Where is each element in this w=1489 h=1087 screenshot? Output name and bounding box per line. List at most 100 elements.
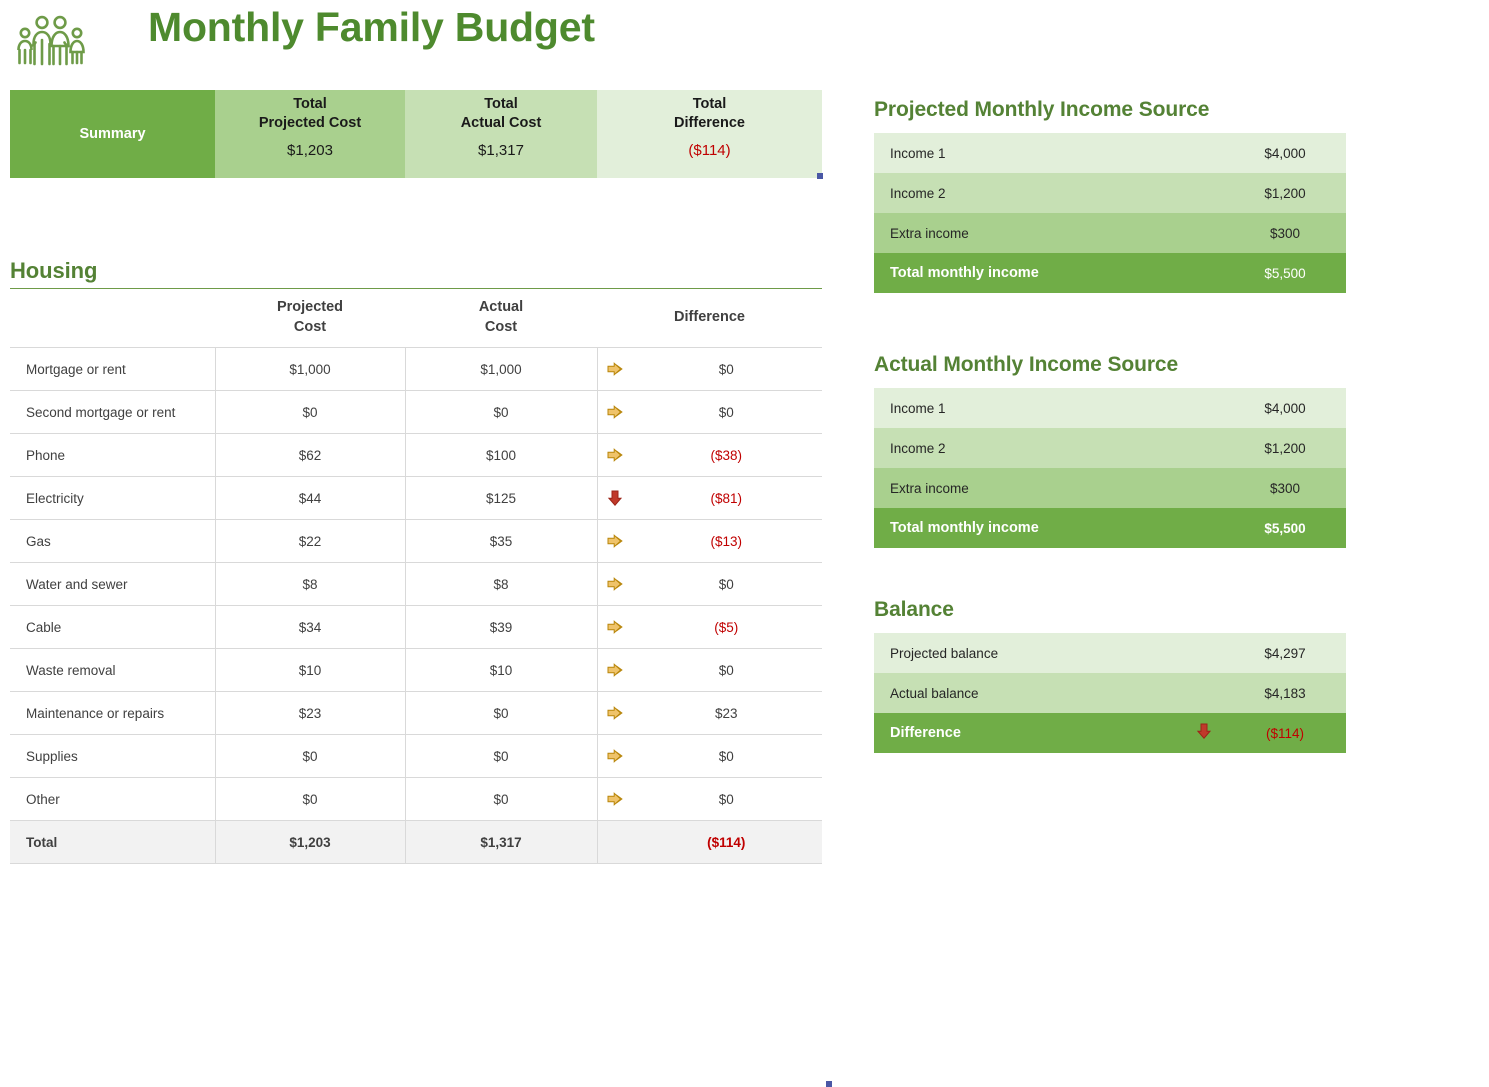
table-row[interactable]: Electricity $44 $125 ($81) <box>10 476 822 520</box>
column-header-projected-cost: Projected Cost <box>215 289 405 348</box>
summary-strip: Summary Total Projected Cost $1,203 Tota… <box>10 90 823 179</box>
projected-income-row-label: Income 2 <box>890 185 946 201</box>
row-item-label: Water and sewer <box>10 562 216 606</box>
arrow-right-yellow-icon <box>606 575 624 593</box>
summary-cell-label[interactable]: Summary <box>10 90 215 178</box>
row-projected-cost: $44 <box>215 476 406 520</box>
arrow-right-yellow-icon <box>606 661 624 679</box>
row-actual-cost: $10 <box>405 648 598 692</box>
housing-section: Housing Projected Cost Actual Cost Diffe… <box>10 258 832 1087</box>
row-difference: ($5) <box>597 605 822 649</box>
summary-cell-total-actual-cost[interactable]: Total Actual Cost $1,317 <box>405 90 597 178</box>
projected-income-row[interactable]: Extra income $300 <box>874 213 1346 253</box>
row-difference: $0 <box>597 390 822 434</box>
housing-table-body: Mortgage or rent $1,000 $1,000 $0 Second mor… <box>10 347 822 864</box>
actual-income-row[interactable]: Income 1 $4,000 <box>874 388 1346 428</box>
table-row[interactable]: Cable $34 $39 ($5) <box>10 605 822 649</box>
row-item-label: Gas <box>10 519 216 563</box>
projected-income-row[interactable]: Total monthly income $5,500 <box>874 253 1346 293</box>
title-bar: Monthly Family Budget <box>0 0 840 88</box>
arrow-down-red-icon <box>1174 722 1234 744</box>
row-actual-cost: $100 <box>405 433 598 477</box>
row-actual-cost: $35 <box>405 519 598 563</box>
table-row[interactable]: Gas $22 $35 ($13) <box>10 519 822 563</box>
table-row[interactable]: Water and sewer $8 $8 $0 <box>10 562 822 606</box>
summary-difference-label-line1: Total <box>692 96 727 112</box>
table-row[interactable]: Supplies $0 $0 $0 <box>10 734 822 778</box>
actual-income-row-value: $4,000 <box>1264 400 1306 416</box>
balance-row-label: Difference <box>890 725 961 741</box>
summary-actual-label-line2: Actual Cost <box>460 115 542 131</box>
row-item-label: Phone <box>10 433 216 477</box>
row-projected-cost: $10 <box>215 648 406 692</box>
total-actual-cost: $1,317 <box>405 820 598 864</box>
column-header-actual-line1: Actual <box>478 299 524 315</box>
actual-income-row-value: $300 <box>1269 480 1301 496</box>
actual-income-row-label: Income 1 <box>890 400 946 416</box>
balance-row[interactable]: Projected balance $4,297 <box>874 633 1346 673</box>
column-header-projected-line2: Cost <box>293 319 327 335</box>
row-difference: $0 <box>597 648 822 692</box>
projected-income-panel: Projected Monthly Income Source Income 1… <box>874 98 1346 293</box>
row-actual-cost: $8 <box>405 562 598 606</box>
projected-income-row[interactable]: Income 1 $4,000 <box>874 133 1346 173</box>
table-resize-handle[interactable] <box>826 1081 832 1087</box>
summary-cell-total-projected-cost[interactable]: Total Projected Cost $1,203 <box>215 90 405 178</box>
row-difference: $0 <box>597 777 822 821</box>
balance-row-value: $4,297 <box>1264 645 1306 661</box>
balance-row-value: $4,183 <box>1264 685 1306 701</box>
housing-table-header-row: Projected Cost Actual Cost Difference <box>10 289 822 348</box>
row-actual-cost: $39 <box>405 605 598 649</box>
summary-difference-label-line2: Difference <box>674 115 745 131</box>
row-projected-cost: $0 <box>215 777 406 821</box>
summary-cell-total-difference[interactable]: Total Difference ($114) <box>597 90 822 178</box>
balance-row[interactable]: Difference ($114) <box>874 713 1346 753</box>
column-header-projected-line1: Projected <box>276 299 344 315</box>
row-projected-cost: $8 <box>215 562 406 606</box>
column-header-difference: Difference <box>674 309 745 325</box>
arrow-right-yellow-icon <box>606 790 624 808</box>
row-difference: ($81) <box>597 476 822 520</box>
arrow-right-yellow-icon <box>606 704 624 722</box>
actual-income-row-value: $1,200 <box>1264 440 1306 456</box>
arrow-right-yellow-icon <box>606 360 624 378</box>
actual-income-row[interactable]: Income 2 $1,200 <box>874 428 1346 468</box>
column-header-item <box>10 289 215 348</box>
actual-income-panel: Actual Monthly Income Source Income 1 $4,… <box>874 353 1346 548</box>
row-item-label: Second mortgage or rent <box>10 390 216 434</box>
summary-actual-value: $1,317 <box>478 142 524 159</box>
arrow-right-yellow-icon <box>606 446 624 464</box>
projected-income-row[interactable]: Income 2 $1,200 <box>874 173 1346 213</box>
projected-income-row-value: $5,500 <box>1264 265 1306 281</box>
actual-income-row[interactable]: Total monthly income $5,500 <box>874 508 1346 548</box>
actual-income-row-label: Total monthly income <box>890 520 1039 536</box>
summary-projected-label-line1: Total <box>293 96 327 112</box>
row-difference: ($38) <box>597 433 822 477</box>
table-row[interactable]: Waste removal $10 $10 $0 <box>10 648 822 692</box>
row-difference: $0 <box>597 562 822 606</box>
table-row[interactable]: Phone $62 $100 ($38) <box>10 433 822 477</box>
actual-income-title: Actual Monthly Income Source <box>874 353 1179 376</box>
balance-rows: Projected balance $4,297 Actual balance $4,… <box>874 633 1346 753</box>
row-actual-cost: $1,000 <box>405 347 598 391</box>
projected-income-row-value: $300 <box>1269 225 1301 241</box>
page-title: Monthly Family Budget <box>148 4 595 50</box>
housing-section-title: Housing <box>10 258 98 283</box>
row-difference-value: $0 <box>718 361 734 377</box>
row-actual-cost: $0 <box>405 390 598 434</box>
balance-row[interactable]: Actual balance $4,183 <box>874 673 1346 713</box>
summary-difference-value: ($114) <box>688 142 731 159</box>
projected-income-title: Projected Monthly Income Source <box>874 98 1210 121</box>
housing-total-row: Total $1,203 $1,317 ($114) <box>10 820 822 864</box>
summary-projected-label-line2: Projected Cost <box>258 115 362 131</box>
row-actual-cost: $0 <box>405 691 598 735</box>
table-row[interactable]: Other $0 $0 $0 <box>10 777 822 821</box>
projected-income-row-label: Income 1 <box>890 145 946 161</box>
table-row[interactable]: Second mortgage or rent $0 $0 $0 <box>10 390 822 434</box>
balance-panel: Balance Projected balance $4,297 Actual ba… <box>874 598 1346 753</box>
actual-income-row[interactable]: Extra income $300 <box>874 468 1346 508</box>
table-row[interactable]: Maintenance or repairs $23 $0 $23 <box>10 691 822 735</box>
row-projected-cost: $34 <box>215 605 406 649</box>
range-resize-handle[interactable] <box>817 173 823 179</box>
table-row[interactable]: Mortgage or rent $1,000 $1,000 $0 <box>10 347 822 391</box>
